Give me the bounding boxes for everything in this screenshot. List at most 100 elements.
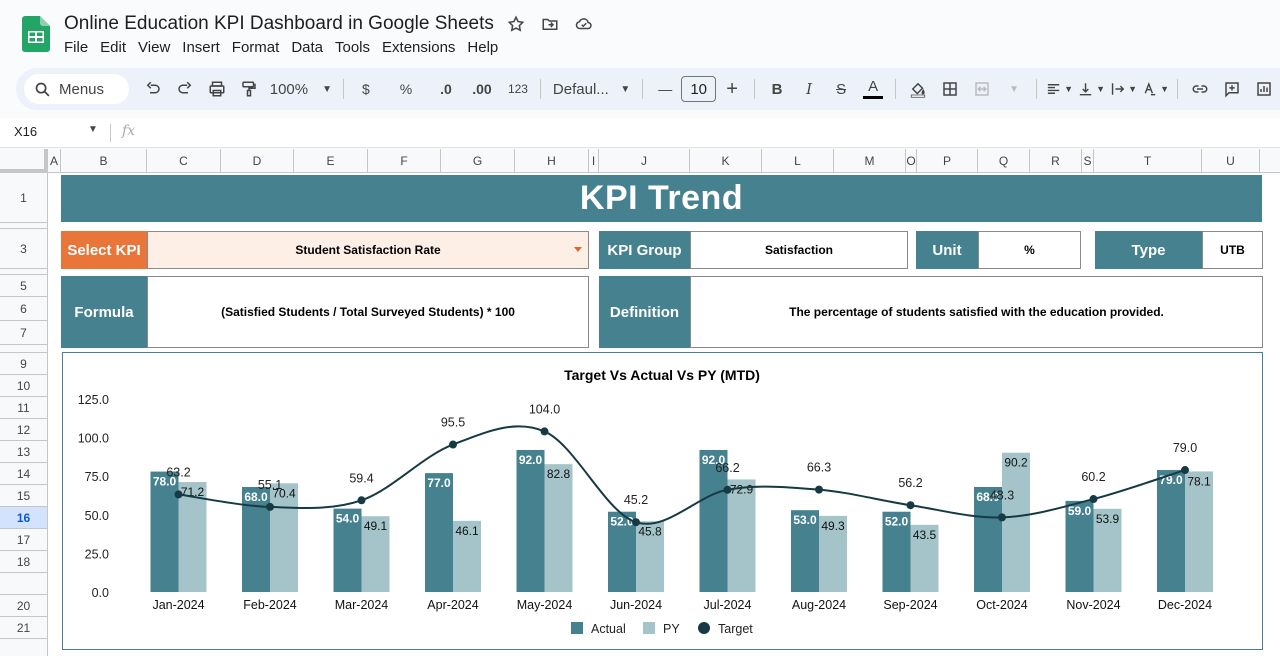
chevron-down-icon[interactable]: ▼ bbox=[88, 124, 98, 135]
column-header-p[interactable]: P bbox=[917, 149, 978, 173]
target-point bbox=[723, 485, 732, 494]
column-header-i[interactable]: I bbox=[589, 149, 599, 173]
row-header-17[interactable]: 17 bbox=[0, 529, 47, 551]
italic-button[interactable]: I bbox=[795, 75, 823, 103]
redo-icon[interactable] bbox=[171, 75, 199, 103]
x-tick-label: Nov-2024 bbox=[1066, 598, 1120, 612]
column-header-o[interactable]: O bbox=[906, 149, 917, 173]
increase-decimal-button[interactable]: .00 bbox=[468, 75, 496, 103]
row-header-21[interactable]: 21 bbox=[0, 617, 47, 639]
strikethrough-button[interactable]: S bbox=[827, 75, 855, 103]
column-header-q[interactable]: Q bbox=[978, 149, 1030, 173]
menu-tools[interactable]: Tools bbox=[335, 39, 376, 56]
row-header-8[interactable] bbox=[0, 345, 47, 353]
row-header-6[interactable]: 6 bbox=[0, 297, 47, 321]
column-header-l[interactable]: L bbox=[762, 149, 834, 173]
move-folder-icon[interactable] bbox=[540, 14, 560, 34]
formula-label: Formula bbox=[61, 276, 147, 348]
row-header-1[interactable]: 1 bbox=[0, 173, 47, 223]
menu-help[interactable]: Help bbox=[467, 39, 504, 56]
select-kpi-dropdown[interactable]: Student Satisfaction Rate bbox=[147, 231, 589, 269]
undo-icon[interactable] bbox=[139, 75, 167, 103]
column-header-g[interactable]: G bbox=[441, 149, 515, 173]
insert-link-icon[interactable] bbox=[1186, 75, 1214, 103]
column-header-s[interactable]: S bbox=[1082, 149, 1094, 173]
menu-edit[interactable]: Edit bbox=[100, 39, 132, 56]
sheets-logo-icon[interactable] bbox=[22, 16, 50, 52]
column-header-k[interactable]: K bbox=[690, 149, 762, 173]
row-header-5[interactable]: 5 bbox=[0, 275, 47, 297]
column-header-b[interactable]: B bbox=[61, 149, 147, 173]
menu-view[interactable]: View bbox=[138, 39, 176, 56]
bold-button[interactable]: B bbox=[763, 75, 791, 103]
column-header-d[interactable]: D bbox=[221, 149, 294, 173]
text-rotation-icon[interactable]: ▼ bbox=[1141, 75, 1169, 103]
row-header-9[interactable]: 9 bbox=[0, 353, 47, 375]
menu-extensions[interactable]: Extensions bbox=[382, 39, 461, 56]
insert-chart-icon[interactable] bbox=[1250, 75, 1278, 103]
column-header-h[interactable]: H bbox=[515, 149, 589, 173]
row-header-20[interactable]: 20 bbox=[0, 595, 47, 617]
decrease-decimal-button[interactable]: .0 bbox=[432, 75, 460, 103]
kpi-trend-banner: KPI Trend bbox=[61, 175, 1262, 222]
column-header-e[interactable]: E bbox=[294, 149, 368, 173]
row-header-14[interactable]: 14 bbox=[0, 463, 47, 485]
menu-data[interactable]: Data bbox=[291, 39, 329, 56]
row-header-3[interactable]: 3 bbox=[0, 229, 47, 269]
data-label-target: 60.2 bbox=[1081, 470, 1105, 484]
currency-format-button[interactable]: $ bbox=[352, 75, 380, 103]
text-wrapping-icon[interactable]: ▼ bbox=[1109, 75, 1137, 103]
column-header-c[interactable]: C bbox=[147, 149, 221, 173]
legend-swatch-target bbox=[698, 622, 710, 634]
fill-color-icon[interactable] bbox=[904, 75, 932, 103]
text-color-letter: A bbox=[868, 77, 879, 95]
column-header-j[interactable]: J bbox=[599, 149, 690, 173]
text-color-button[interactable]: A bbox=[859, 75, 887, 103]
merge-cells-icon[interactable] bbox=[968, 75, 996, 103]
paint-format-icon[interactable] bbox=[235, 75, 263, 103]
insert-comment-icon[interactable] bbox=[1218, 75, 1246, 103]
row-header-19[interactable] bbox=[0, 573, 47, 595]
more-formats-button[interactable]: 123 bbox=[504, 75, 532, 103]
percent-format-button[interactable]: % bbox=[392, 75, 420, 103]
font-size-input[interactable]: 10 bbox=[681, 76, 717, 102]
row-header-7[interactable]: 7 bbox=[0, 321, 47, 345]
name-box[interactable]: X16 bbox=[14, 124, 37, 139]
row-header-15[interactable]: 15 bbox=[0, 485, 47, 507]
menu-format[interactable]: Format bbox=[232, 39, 286, 56]
kpi-group-label: KPI Group bbox=[599, 231, 690, 269]
column-header-t[interactable]: T bbox=[1094, 149, 1202, 173]
document-title[interactable]: Online Education KPI Dashboard in Google… bbox=[64, 13, 494, 35]
chart-title: Target Vs Actual Vs PY (MTD) bbox=[564, 367, 760, 383]
cloud-status-icon[interactable] bbox=[574, 14, 594, 34]
target-vs-actual-chart[interactable]: Target Vs Actual Vs PY (MTD) 0.0 25.0 50.0 7… bbox=[62, 352, 1263, 650]
increase-font-size-button[interactable]: + bbox=[718, 75, 746, 103]
row-header-11[interactable]: 11 bbox=[0, 397, 47, 419]
row-header-12[interactable]: 12 bbox=[0, 419, 47, 441]
column-header-a[interactable]: A bbox=[48, 149, 61, 173]
sheet-canvas[interactable]: KPI Trend Select KPI Student Satisfactio… bbox=[48, 173, 1280, 656]
decrease-font-size-button[interactable]: — bbox=[651, 75, 679, 103]
borders-icon[interactable] bbox=[936, 75, 964, 103]
row-header-18[interactable]: 18 bbox=[0, 551, 47, 573]
menu-file[interactable]: File bbox=[64, 39, 94, 56]
column-header-f[interactable]: F bbox=[368, 149, 441, 173]
column-header-m[interactable]: M bbox=[834, 149, 906, 173]
horizontal-align-icon[interactable]: ▼ bbox=[1045, 75, 1073, 103]
star-icon[interactable] bbox=[506, 14, 526, 34]
data-label-target: 45.2 bbox=[624, 493, 648, 507]
zoom-select[interactable]: 100% ▼ bbox=[267, 75, 335, 103]
definition-value: The percentage of students satisfied wit… bbox=[690, 276, 1263, 348]
column-header-u[interactable]: U bbox=[1202, 149, 1260, 173]
vertical-align-icon[interactable]: ▼ bbox=[1077, 75, 1105, 103]
select-all-corner[interactable] bbox=[0, 149, 48, 173]
menu-insert[interactable]: Insert bbox=[182, 39, 226, 56]
row-header-13[interactable]: 13 bbox=[0, 441, 47, 463]
row-header-16[interactable]: 16 bbox=[0, 507, 47, 529]
print-icon[interactable] bbox=[203, 75, 231, 103]
column-header-r[interactable]: R bbox=[1030, 149, 1082, 173]
row-header-10[interactable]: 10 bbox=[0, 375, 47, 397]
font-family-select[interactable]: Defaul... ▼ bbox=[549, 75, 634, 103]
search-menus-button[interactable]: Menus bbox=[24, 74, 129, 104]
dropdown-arrow-icon[interactable] bbox=[574, 247, 582, 252]
